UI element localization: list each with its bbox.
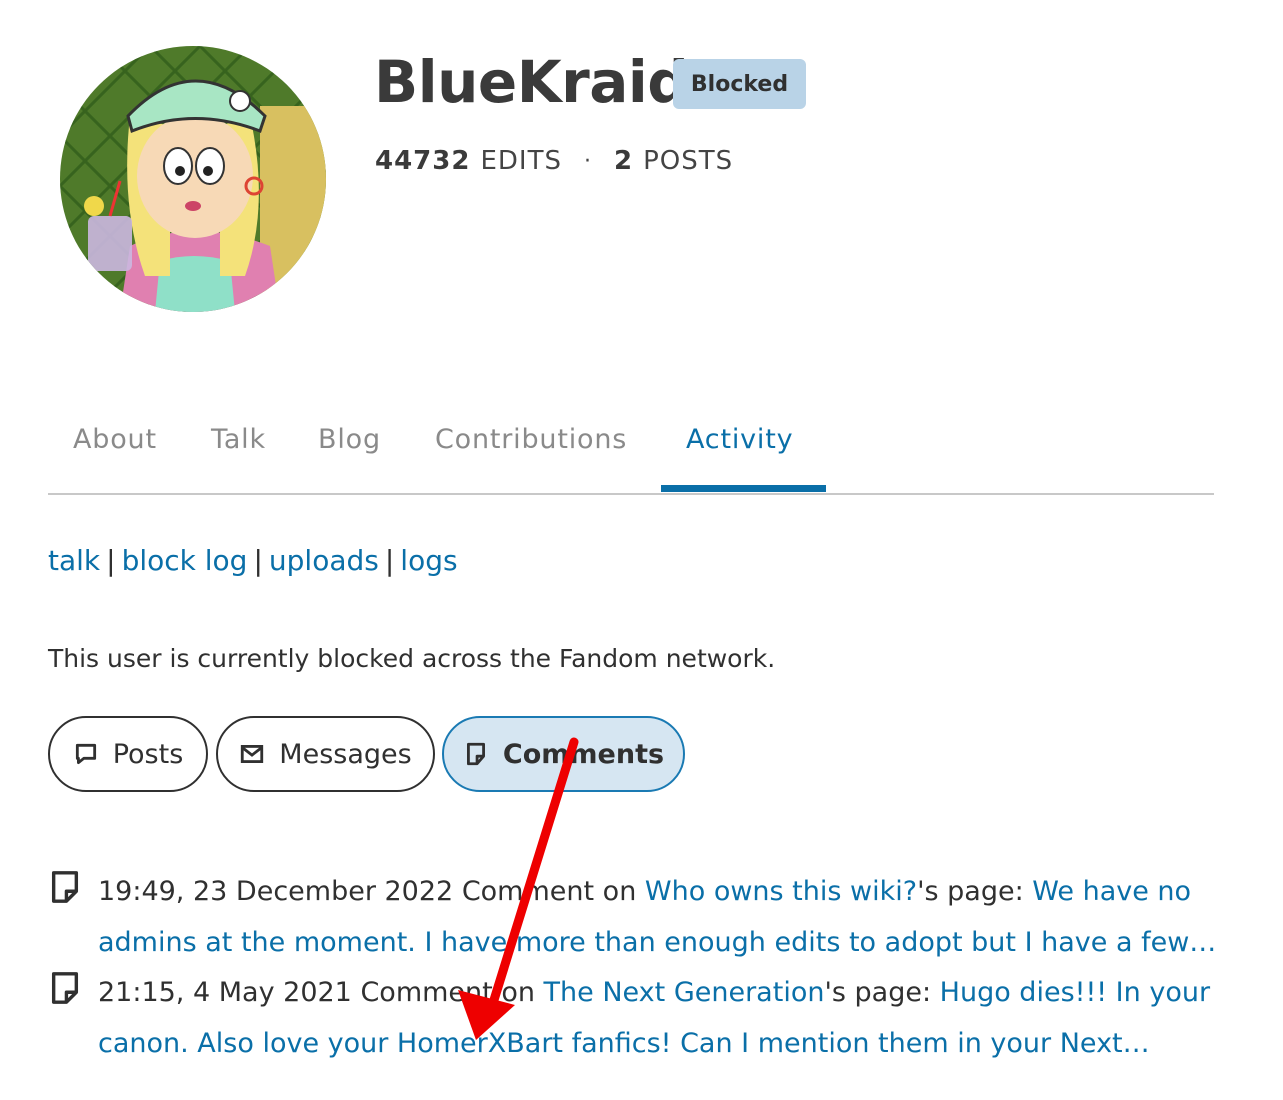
active-tab-indicator <box>661 485 826 492</box>
tab-blog[interactable]: Blog <box>318 424 381 455</box>
talk-link[interactable]: talk <box>48 544 100 577</box>
filter-messages-button[interactable]: Messages <box>216 716 435 792</box>
filter-comments-label: Comments <box>502 738 665 770</box>
edits-count: 44732 <box>375 146 471 176</box>
envelope-icon <box>241 745 264 763</box>
stats-separator: · <box>583 148 592 174</box>
activity-page-link[interactable]: Who owns this wiki? <box>645 876 917 907</box>
filter-posts-label: Posts <box>112 738 184 770</box>
tab-contributions[interactable]: Contributions <box>435 424 627 455</box>
activity-excerpt-link[interactable]: admins at the moment. I have more than e… <box>98 927 1216 958</box>
filter-messages-label: Messages <box>279 738 412 770</box>
comment-doc-icon <box>51 972 79 1004</box>
filter-posts-button[interactable]: Posts <box>48 716 208 792</box>
posts-count: 2 <box>613 146 634 176</box>
user-tool-links: talk | block log | uploads | logs <box>48 544 458 577</box>
tab-about[interactable]: About <box>73 424 157 455</box>
activity-action: Comment on <box>461 876 637 907</box>
activity-timestamp: 21:15, 4 May 2021 <box>98 977 352 1008</box>
block-log-link[interactable]: block log <box>122 544 248 577</box>
filter-comments-button[interactable]: Comments <box>442 716 685 792</box>
block-notice: This user is currently blocked across th… <box>48 644 776 673</box>
avatar[interactable] <box>60 46 326 312</box>
activity-timestamp: 19:49, 23 December 2022 <box>98 876 454 907</box>
username: BlueKraid <box>374 48 689 116</box>
profile-tabs: About Talk Blog Contributions Activity <box>48 412 1214 495</box>
edits-label: EDITS <box>480 146 562 176</box>
tab-activity[interactable]: Activity <box>686 424 793 455</box>
activity-excerpt-link[interactable]: Hugo dies!!! In your <box>940 977 1210 1008</box>
link-separator: | <box>253 544 263 577</box>
speech-bubble-icon <box>75 743 96 765</box>
tab-talk[interactable]: Talk <box>211 424 266 455</box>
avatar-image <box>60 46 326 312</box>
link-separator: | <box>384 544 395 577</box>
link-separator: | <box>106 544 116 577</box>
posts-label: POSTS <box>643 146 734 176</box>
activity-excerpt-link[interactable]: We have no <box>1032 876 1191 907</box>
activity-page-suffix: 's page: <box>824 977 932 1008</box>
activity-excerpt-link[interactable]: canon. Also love your HomerXBart fanfics… <box>98 1028 1150 1059</box>
activity-action: Comment on <box>360 977 535 1008</box>
comment-doc-icon <box>51 871 79 903</box>
activity-page-suffix: 's page: <box>917 876 1024 907</box>
blocked-badge: Blocked <box>673 59 806 109</box>
uploads-link[interactable]: uploads <box>269 544 379 577</box>
user-stats: 44732 EDITS · 2 POSTS <box>375 146 733 176</box>
logs-link[interactable]: logs <box>400 544 457 577</box>
activity-page-link[interactable]: The Next Generation <box>544 977 825 1008</box>
comment-doc-icon <box>466 742 485 766</box>
